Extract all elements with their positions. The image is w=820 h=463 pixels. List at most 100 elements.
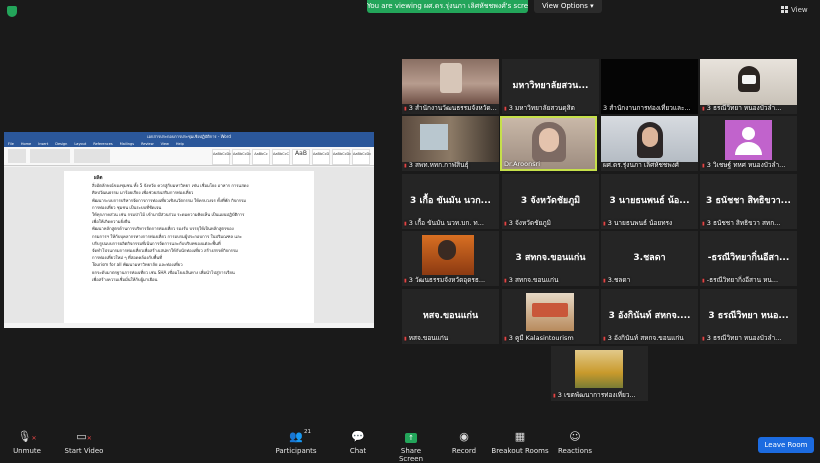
view-button-label: View: [791, 6, 808, 14]
muted-mic-icon: ▮: [404, 163, 407, 169]
participant-name: ▮ 3.ชลดา: [603, 276, 631, 284]
unmute-button[interactable]: 🎙✕ Unmute: [10, 430, 44, 455]
participant-tile[interactable]: 3 จังหวัดชัยภูมิ ▮ 3 จังหวัดชัยภูมิ: [502, 174, 599, 229]
muted-mic-icon: ▮: [404, 221, 407, 227]
word-canvas: ผลิต สิ่งอัตลักษณ์ของชุมชน ทั้ง 5 จังหวั…: [4, 167, 374, 328]
record-button[interactable]: ◉ Record: [448, 430, 480, 455]
word-tab: Mailings: [119, 142, 135, 146]
leave-room-button[interactable]: Leave Room: [758, 437, 814, 453]
participant-tile[interactable]: ผศ.ดร.รุ่งนภา เลิศหัชชพงศ์: [601, 116, 698, 171]
view-button[interactable]: View: [781, 6, 808, 14]
chat-label: Chat: [349, 447, 367, 455]
word-tab: Help: [175, 142, 184, 146]
muted-mic-icon: ▮: [702, 221, 705, 227]
muted-mic-icon: ▮: [603, 278, 606, 284]
doc-line: ให้ทุกภาคส่วน เช่น กรมป่าไม้ เข้ามามีส่ว…: [92, 212, 245, 218]
start-video-button[interactable]: ▭✕ Start Video: [62, 430, 106, 455]
participant-tile[interactable]: 3 ธนัชชา สิทธิขวา... ▮ 3 ธนัชชา สิทธิขวา …: [700, 174, 797, 229]
avatar-body-icon: [735, 142, 762, 155]
ribbon-paragraph-group: [74, 149, 110, 163]
participant-name: ▮ 3 จังหวัดชัยภูมิ: [504, 219, 551, 227]
window-image: [420, 124, 448, 150]
participants-count: 21: [304, 429, 311, 435]
participant-tile[interactable]: 3 สำนักงานการท่องเที่ยวและ...: [601, 59, 698, 114]
view-options-button[interactable]: View Options ▾: [534, 0, 602, 13]
participant-name: ▮ 3 สพท.หทก.กาฬสินธุ์: [404, 161, 469, 169]
muted-mic-icon: ▮: [504, 106, 507, 112]
participants-button[interactable]: 👥 21 Participants: [274, 429, 318, 455]
participant-tile[interactable]: มหาวิทยาลัยสวน... ▮ 3 มหาวิทยาลัยสวนดุสิต: [502, 59, 599, 114]
doc-line: ยกระดับมาตรฐานการท่องเที่ยว เช่น SHA เชื…: [92, 269, 235, 275]
participant-tile[interactable]: ▮ 3 สพท.หทก.กาฬสินธุ์: [402, 116, 499, 171]
muted-mic-icon: ▮: [404, 278, 407, 284]
style-item: AaBbCcD: [312, 149, 330, 165]
participant-display-name: มหาวิทยาลัยสวน...: [512, 81, 589, 91]
reactions-button[interactable]: ☺ Reactions: [556, 430, 594, 455]
style-item: AaBbCcDc: [352, 149, 371, 165]
chat-button[interactable]: 💬 Chat: [344, 430, 372, 455]
participant-tile[interactable]: ▮ 3 เขตพัฒนาการท่องเที่ยว...: [551, 346, 648, 401]
record-label: Record: [451, 447, 477, 455]
share-screen-icon: ↑: [388, 430, 434, 444]
participant-name: 3 สำนักงานการท่องเที่ยวและ...: [603, 104, 691, 112]
participant-name: ▮ 3 ธรณีวิทยา หนองบัวลำ...: [702, 334, 782, 342]
breakout-rooms-icon: ▦: [514, 430, 526, 443]
participant-tile[interactable]: ▮ 3 วิเชษฐ์ ทหศ หนองบัวลำ...: [700, 116, 797, 171]
unmute-label: Unmute: [13, 447, 41, 455]
word-tab: References: [93, 142, 113, 146]
participant-name: ▮ 3 ธนัชชา สิทธิขวา สทก...: [702, 219, 781, 227]
participant-name: ▮ 3 สำนักงานวัฒนธรรมจังหวัด...: [404, 104, 497, 112]
participant-display-name: -ธรณีวิทยากิ่นอีสา...: [707, 253, 790, 263]
ribbon-font-group: [30, 149, 70, 163]
participant-tile[interactable]: 3 สทกจ.ขอนแก่น ▮ 3 สทกจ.ขอนแก่น: [502, 231, 599, 286]
active-speaker-tile[interactable]: Dr.Aroonsri: [500, 116, 597, 171]
muted-mic-icon: ▮: [603, 221, 606, 227]
doc-line: จัดทำโปรแกรมการท่องเที่ยวเพื่อสร้างเสน่ห…: [92, 248, 238, 254]
participant-display-name: 3 อังกินันท์ สหกจ....: [608, 311, 691, 321]
participant-tile[interactable]: 3 เกื้อ ขันมัน นวก... ▮ 3 เกื้อ ขันมัน นว…: [402, 174, 499, 229]
participant-tile[interactable]: ▮ 3 ธรณีวิทยา หนองบัวลำ...: [700, 59, 797, 114]
muted-mic-icon: ▮: [702, 106, 705, 112]
face: [642, 127, 658, 147]
participant-name: ▮ 3 อังกินันท์ สหกจ.ขอนแก่น: [603, 334, 684, 342]
share-screen-button[interactable]: ↑ Share Screen: [388, 430, 434, 463]
muted-mic-icon: ▮: [404, 336, 407, 342]
word-tab: Home: [20, 142, 32, 146]
participant-tile[interactable]: 3 ธรณีวิทยา หนอ... ▮ 3 ธรณีวิทยา หนองบัวล…: [700, 289, 797, 344]
participant-tile[interactable]: ▮ 3 คูมี Kalasintourism: [502, 289, 599, 344]
shared-screen-word-window[interactable]: เอกสารประกอบการประชุมเชิงปฏิบัติการ - Wo…: [4, 132, 374, 328]
participant-tile[interactable]: หสจ.ขอนแก่น ▮ หสจ.ขอนแก่น: [402, 289, 499, 344]
participant-tile[interactable]: 3.ชลดา ▮ 3.ชลดา: [601, 231, 698, 286]
participants-label: Participants: [275, 447, 317, 455]
style-item: AaBbCcDc: [232, 149, 251, 165]
doc-line: พัฒนาหลักสูตรด้านการบริหารจัดการท่องเที่…: [92, 226, 234, 232]
participant-tile[interactable]: ▮ 3 สำนักงานวัฒนธรรมจังหวัด...: [402, 59, 499, 114]
word-tab: Design: [55, 142, 68, 146]
muted-mic-icon: ▮: [702, 163, 705, 169]
style-item: AaBbCcC: [272, 149, 290, 165]
participant-display-name: หสจ.ขอนแก่น: [422, 311, 479, 321]
muted-mic-icon: ▮: [553, 393, 556, 399]
participant-display-name: 3 ธนัชชา สิทธิขวา...: [706, 196, 791, 206]
participant-name: ▮ 3 วัฒนธรรมจังหวัดอุดรธ...: [404, 276, 486, 284]
doc-heading: ผลิต: [94, 176, 103, 181]
participant-tile[interactable]: ▮ 3 วัฒนธรรมจังหวัดอุดรธ...: [402, 231, 499, 286]
doc-line: สิ่งอัตลักษณ์ของชุมชน ทั้ง 5 จังหวัด ควร…: [92, 183, 249, 189]
style-item: AaB: [292, 149, 310, 165]
word-tab: Review: [141, 142, 154, 146]
reactions-label: Reactions: [557, 447, 593, 455]
participant-tile[interactable]: 3 นายธนพนธ์ น้อ... ▮ 3 นายธนพนธ์ น้อยทรง: [601, 174, 698, 229]
rice-field-image: [575, 350, 623, 388]
doc-line: กรมการฯ ให้กับบุคลากรทางการท่องเที่ยว กา…: [92, 233, 242, 239]
participant-tile[interactable]: -ธรณีวิทยากิ่นอีสา... ▮ -ธรณีวิทยากิ่งอีส…: [700, 231, 797, 286]
security-shield-icon[interactable]: [7, 6, 17, 17]
participant-display-name: 3.ชลดา: [633, 253, 666, 263]
muted-mic-icon: ▮: [702, 336, 705, 342]
participant-tile[interactable]: 3 อังกินันท์ สหกจ.... ▮ 3 อังกินันท์ สหกจ…: [601, 289, 698, 344]
emblem-image: [440, 63, 462, 93]
participants-icon: 👥: [289, 430, 303, 443]
word-ribbon: AaBbCcDc AaBbCcDc AaBbCc AaBbCcC AaB AaB…: [4, 147, 374, 166]
doc-line: การท่องเที่ยวใหม่ ๆ ที่สอดคล้องกับพื้นที…: [92, 255, 162, 261]
participant-display-name: 3 นายธนพนธ์ น้อ...: [609, 196, 690, 206]
breakout-rooms-button[interactable]: ▦ Breakout Rooms: [490, 430, 550, 455]
